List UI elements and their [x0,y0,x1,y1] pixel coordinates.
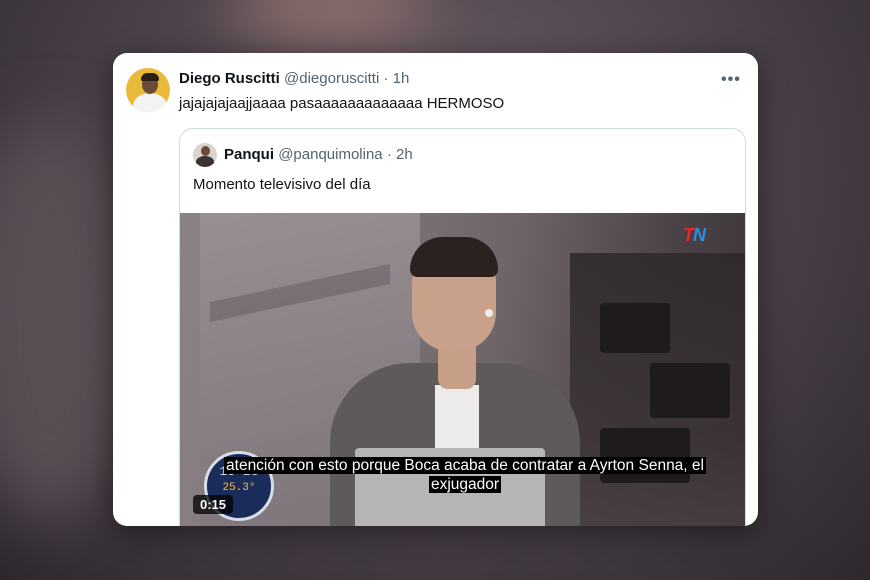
author-row: Diego Ruscitti @diegoruscitti · 1h [179,70,409,87]
video-player[interactable]: TN 13 28 25.3° atención con esto porque … [180,213,745,526]
video-studio-monitor [650,363,730,418]
author-avatar[interactable] [126,68,170,112]
video-lapel-mic [485,309,493,317]
quoted-timestamp[interactable]: 2h [396,146,413,163]
quoted-author-avatar[interactable] [193,143,217,167]
separator-dot: · [383,70,389,87]
quoted-tweet[interactable]: Panqui @panquimolina · 2h Momento televi… [179,128,746,526]
author-name[interactable]: Diego Ruscitti [179,70,280,87]
quoted-separator-dot: · [386,146,392,163]
video-studio-monitor [600,303,670,353]
channel-logo: TN [683,225,706,245]
video-duration: 0:15 [193,495,234,514]
video-subtitle: atención con esto porque Boca acaba de c… [224,457,706,493]
tweet-timestamp[interactable]: 1h [393,70,410,87]
tweet-text: jajajajajaajjaaaa pasaaaaaaaaaaaaa HERMO… [179,95,505,112]
video-person-hair [410,237,498,277]
quoted-author-row: Panqui @panquimolina · 2h [224,146,413,163]
more-horizontal-icon[interactable]: ••• [721,71,741,89]
quoted-author-handle[interactable]: @panquimolina [278,146,382,163]
quoted-tweet-text: Momento televisivo del día [193,176,371,193]
background-blur-top [230,0,430,40]
quoted-author-name[interactable]: Panqui [224,146,274,163]
author-handle[interactable]: @diegoruscitti [284,70,379,87]
tweet-card[interactable]: Diego Ruscitti @diegoruscitti · 1h ••• j… [113,53,758,526]
